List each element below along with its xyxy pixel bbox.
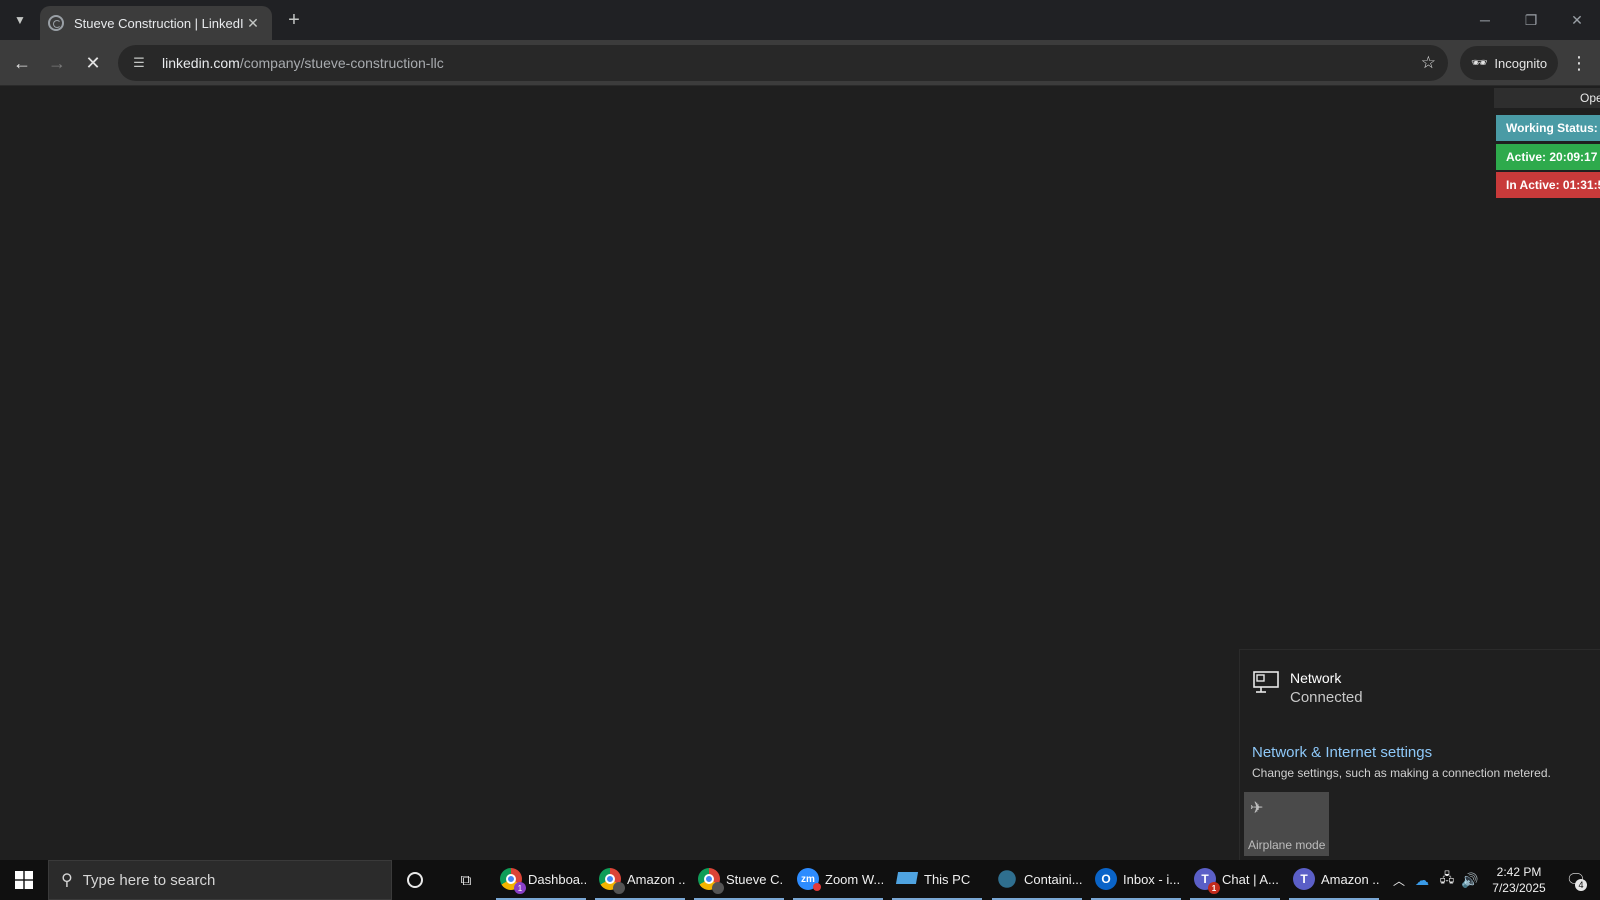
tab-title: Stueve Construction | LinkedIn	[74, 15, 244, 31]
extension-open-button[interactable]: Open	[1494, 88, 1600, 108]
start-button[interactable]	[0, 860, 48, 900]
browser-menu-button[interactable]: ⋮	[1568, 48, 1590, 78]
taskbar-app-this-pc[interactable]: This PC	[892, 860, 982, 900]
clock-time: 2:42 PM	[1496, 865, 1542, 879]
taskbar: ⚲ Type here to search ⧉ 1 Dashboa... Ama…	[0, 860, 1600, 900]
airplane-icon: ✈	[1250, 800, 1264, 817]
taskbar-app-outlook[interactable]: O Inbox - i...	[1091, 860, 1181, 900]
search-icon: ⚲	[61, 872, 73, 889]
network-settings-description: Change settings, such as making a connec…	[1252, 766, 1551, 780]
site-info-icon[interactable]: ☰	[128, 52, 150, 74]
taskbar-app-zoom[interactable]: zm Zoom W...	[793, 860, 883, 900]
incognito-badge	[613, 882, 625, 894]
address-bar[interactable]: ☰ linkedin.com/company/stueve-constructi…	[118, 45, 1448, 81]
this-pc-icon	[896, 868, 918, 890]
taskbar-app-teams-chat[interactable]: T1 Chat | A...	[1190, 860, 1280, 900]
incognito-button[interactable]: 🕶 Incognito	[1460, 46, 1558, 80]
show-hidden-icons-chevron-icon[interactable]: ︿	[1389, 860, 1409, 900]
teams-icon: T1	[1194, 868, 1220, 894]
taskbar-app-label: Dashboa...	[528, 871, 586, 887]
url-path: /company/stueve-construction-llc	[239, 55, 444, 71]
network-settings-link[interactable]: Network & Internet settings	[1252, 744, 1432, 761]
network-name[interactable]: Network	[1290, 670, 1341, 686]
taskbar-app-chrome-amazon[interactable]: Amazon ...	[595, 860, 685, 900]
taskbar-app-label: Chat | A...	[1222, 871, 1279, 887]
loading-favicon-icon	[48, 15, 64, 31]
network-status: Connected	[1290, 689, 1363, 706]
close-window-button[interactable]: ✕	[1554, 6, 1600, 34]
browser-toolbar: ← → ✕ ☰ linkedin.com/company/stueve-cons…	[0, 40, 1600, 86]
taskbar-app-label: This PC	[924, 871, 971, 887]
task-view-button[interactable]: ⧉	[451, 860, 481, 900]
new-tab-button[interactable]: +	[282, 8, 306, 32]
zoom-status-dot	[813, 883, 821, 891]
back-button[interactable]: ←	[7, 48, 37, 78]
taskbar-app-label: Zoom W...	[825, 871, 883, 887]
cortana-icon	[407, 872, 423, 888]
volume-icon[interactable]: 🔊	[1460, 860, 1480, 900]
chrome-icon: 1	[500, 868, 526, 894]
taskbar-app-label: Amazon ...	[627, 871, 685, 887]
windows-logo-icon	[15, 871, 33, 889]
container-icon	[994, 866, 1020, 892]
stop-loading-button[interactable]: ✕	[78, 48, 108, 78]
tab-close-icon[interactable]: ✕	[244, 15, 262, 32]
restore-button[interactable]: ❐	[1508, 6, 1554, 34]
forward-button[interactable]: →	[42, 48, 72, 78]
taskbar-app-chrome-dashboard[interactable]: 1 Dashboa...	[496, 860, 586, 900]
taskbar-search-input[interactable]: ⚲ Type here to search	[48, 860, 392, 900]
teams-icon: T	[1293, 868, 1315, 890]
unread-badge: 1	[1208, 882, 1220, 894]
zoom-icon: zm	[797, 868, 821, 891]
tray-network-icon[interactable]: 🖧	[1437, 860, 1457, 900]
task-view-icon: ⧉	[460, 871, 472, 889]
taskbar-clock[interactable]: 2:42 PM 7/23/2025	[1482, 864, 1556, 896]
tab-stueve-construction[interactable]: Stueve Construction | LinkedIn ✕	[40, 6, 272, 40]
outlook-icon: O	[1095, 868, 1117, 890]
minimize-button[interactable]: ─	[1462, 6, 1508, 34]
profile-badge: 1	[514, 882, 526, 894]
taskbar-app-label: Containi...	[1024, 871, 1082, 887]
chrome-icon	[698, 868, 724, 894]
taskbar-app-containing[interactable]: Containi...	[992, 860, 1082, 900]
taskbar-app-teams-amazon[interactable]: T Amazon ...	[1289, 860, 1379, 900]
bookmark-star-icon[interactable]: ☆	[1421, 53, 1436, 73]
airplane-mode-label: Airplane mode	[1248, 838, 1326, 852]
search-placeholder: Type here to search	[82, 871, 216, 889]
tab-strip: ▼ Stueve Construction | LinkedIn ✕ + ─ ❐…	[0, 0, 1600, 40]
cortana-button[interactable]	[400, 860, 430, 900]
incognito-badge	[712, 882, 724, 894]
working-status-badge: Working Status: A	[1496, 115, 1600, 141]
url-host: linkedin.com	[162, 55, 240, 71]
network-flyout: Network Connected Network & Internet set…	[1239, 649, 1600, 860]
taskbar-app-label: Amazon ...	[1321, 871, 1379, 887]
wired-network-icon	[1253, 671, 1279, 693]
inactive-time-badge: In Active: 01:31:5	[1496, 172, 1600, 198]
action-center-button[interactable]: 🗨 4	[1556, 860, 1596, 900]
active-time-badge: Active: 20:09:17	[1496, 144, 1600, 170]
notification-count-badge: 4	[1575, 879, 1587, 891]
clock-date: 7/23/2025	[1492, 881, 1546, 895]
taskbar-app-label: Inbox - i...	[1123, 871, 1181, 887]
incognito-label: Incognito	[1494, 55, 1548, 71]
airplane-mode-toggle[interactable]: ✈ Airplane mode	[1244, 792, 1329, 856]
taskbar-app-chrome-stueve[interactable]: Stueve C...	[694, 860, 784, 900]
incognito-icon: 🕶	[1470, 55, 1488, 70]
tab-search-chevron-icon[interactable]: ▼	[8, 8, 32, 32]
onedrive-cloud-icon[interactable]: ☁	[1412, 860, 1432, 900]
taskbar-app-label: Stueve C...	[726, 871, 784, 887]
chrome-icon	[599, 868, 625, 894]
